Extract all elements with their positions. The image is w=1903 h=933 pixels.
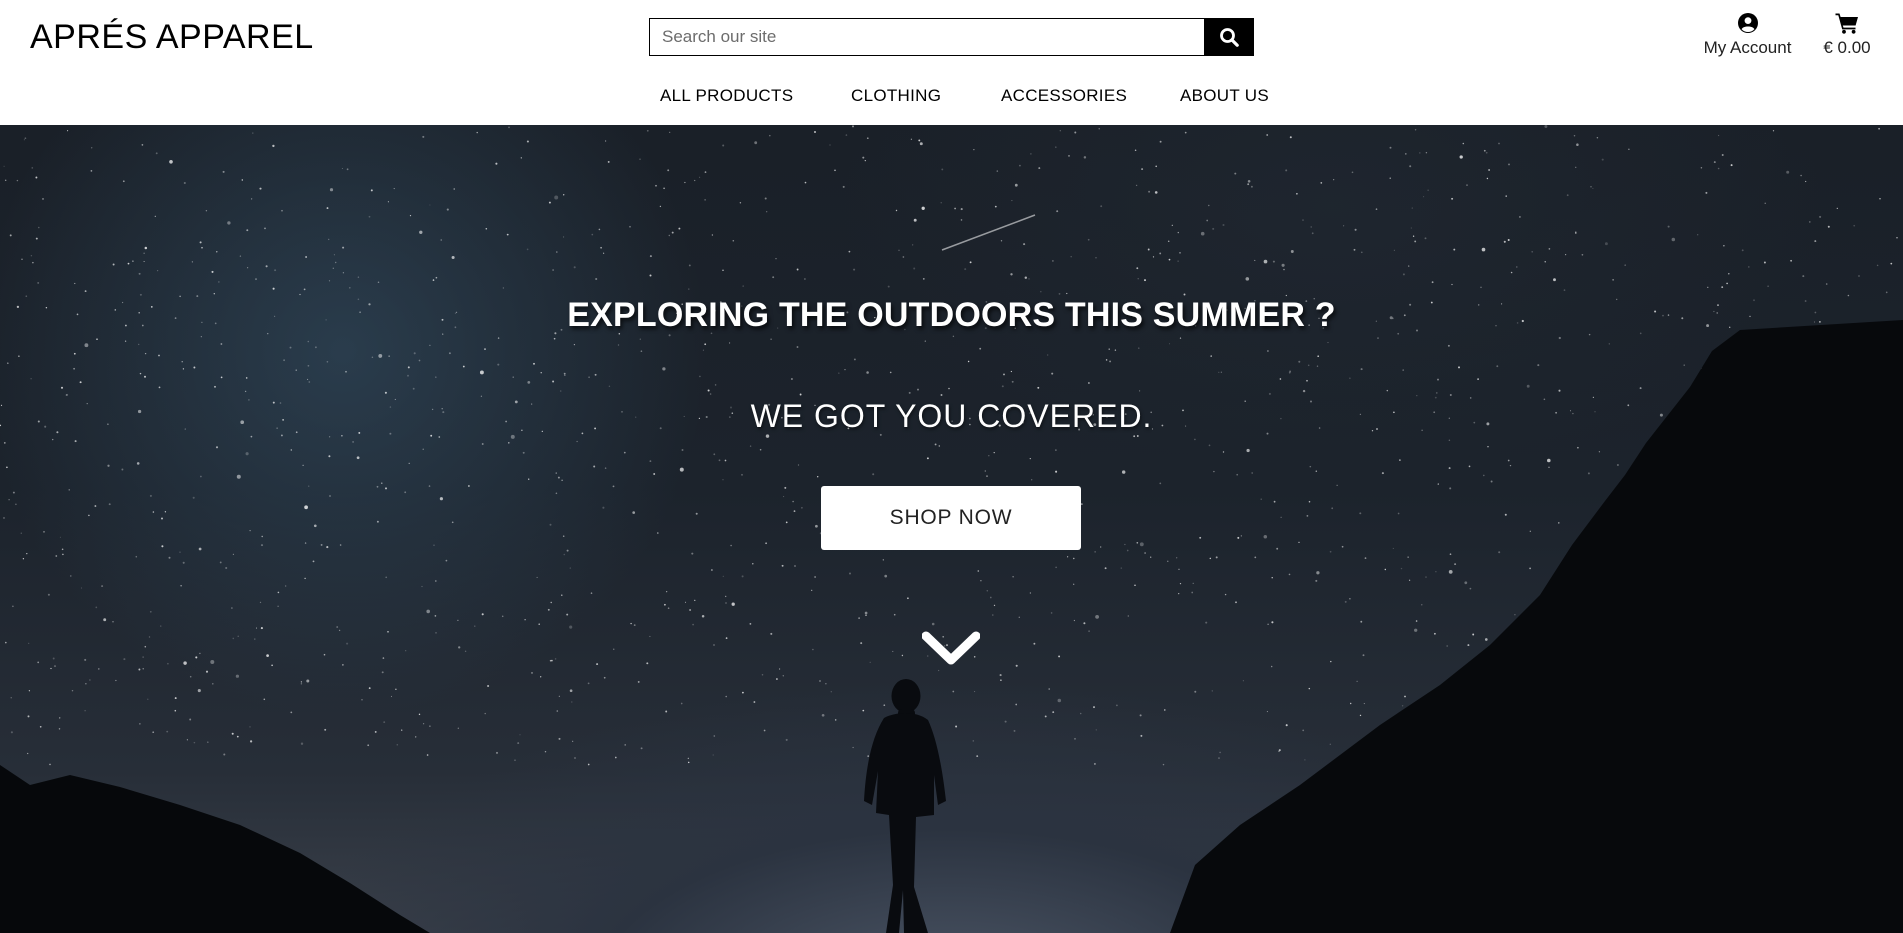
hero-headline: EXPLORING THE OUTDOORS THIS SUMMER ? (567, 296, 1336, 334)
nav-item-clothing[interactable]: CLOTHING (851, 86, 941, 106)
site-header: APRÉS APPAREL My Account (0, 0, 1903, 125)
search-icon (1220, 28, 1239, 47)
my-account-label: My Account (1703, 38, 1792, 57)
search-button[interactable] (1204, 18, 1254, 56)
hero-subline: WE GOT YOU COVERED. (750, 398, 1153, 434)
shop-now-button[interactable]: SHOP NOW (821, 486, 1081, 550)
hero-banner: EXPLORING THE OUTDOORS THIS SUMMER ? WE … (0, 125, 1903, 933)
my-account-link[interactable]: My Account (1680, 12, 1815, 58)
main-nav: ALL PRODUCTS CLOTHING ACCESSORIES ABOUT … (0, 86, 1903, 110)
site-logo[interactable]: APRÉS APPAREL (30, 18, 314, 57)
user-circle-icon (1680, 12, 1815, 36)
nav-item-about-us[interactable]: ABOUT US (1180, 86, 1269, 106)
cart-link[interactable]: € 0.00 (1812, 12, 1882, 58)
cart-total: € 0.00 (1823, 38, 1871, 57)
nav-item-accessories[interactable]: ACCESSORIES (1001, 86, 1127, 106)
shopping-cart-icon (1812, 12, 1882, 36)
search-input[interactable] (649, 18, 1204, 56)
search-form (649, 18, 1254, 56)
nav-item-all-products[interactable]: ALL PRODUCTS (660, 86, 793, 106)
chevron-down-icon[interactable] (922, 628, 980, 666)
